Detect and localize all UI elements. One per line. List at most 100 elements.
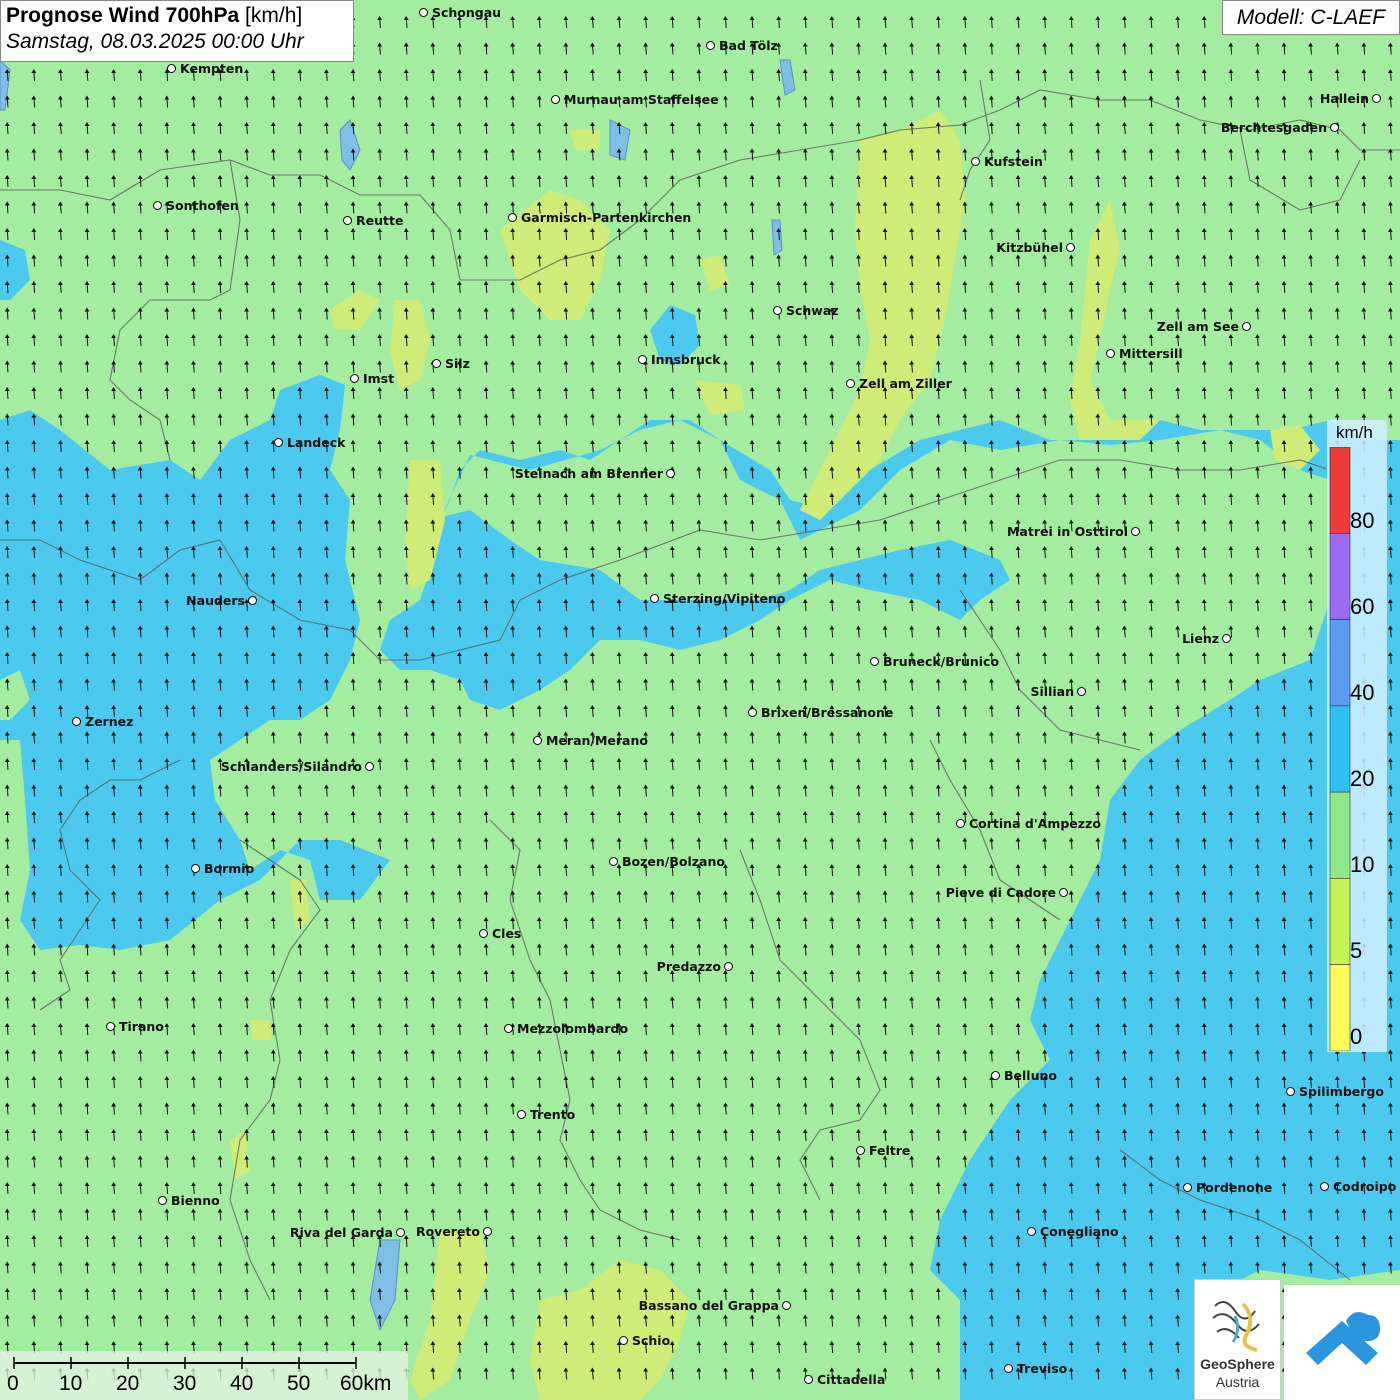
city-label: Berchtesgaden bbox=[1220, 120, 1327, 135]
city-marker bbox=[650, 594, 659, 603]
city-label: Rovereto bbox=[415, 1224, 480, 1239]
city-marker bbox=[432, 359, 441, 368]
city-marker bbox=[1066, 243, 1075, 252]
city-marker bbox=[1372, 94, 1381, 103]
app-logo[interactable] bbox=[1284, 1285, 1400, 1400]
city-label: Matrei in Osttirol bbox=[1006, 524, 1128, 539]
legend-label: 10 bbox=[1350, 852, 1375, 877]
city-label: Spilimbergo bbox=[1299, 1084, 1384, 1099]
city-marker bbox=[1320, 1182, 1329, 1191]
city-marker bbox=[106, 1022, 115, 1031]
scale-label: 60km bbox=[340, 1372, 392, 1395]
city-label: Pieve di Cadore bbox=[945, 885, 1056, 900]
legend-swatch bbox=[1329, 533, 1351, 620]
city-label: Trento bbox=[530, 1107, 576, 1122]
city-label: Murnau am Staffelsee bbox=[564, 92, 719, 107]
city-marker bbox=[350, 374, 359, 383]
legend-label: 0 bbox=[1350, 1024, 1363, 1049]
city-marker bbox=[504, 1024, 513, 1033]
city-label: Bassano del Grappa bbox=[638, 1298, 779, 1313]
legend-swatch bbox=[1329, 791, 1351, 879]
city-marker bbox=[1004, 1364, 1013, 1373]
legend-swatch bbox=[1329, 878, 1351, 965]
geosphere-logo[interactable]: GeoSphere Austria bbox=[1194, 1279, 1281, 1400]
city-label: Innsbruck bbox=[651, 352, 721, 367]
city-label: Sterzing/Vipiteno bbox=[663, 591, 786, 606]
city-label: Bormio bbox=[204, 861, 255, 876]
city-marker bbox=[638, 355, 647, 364]
city-marker bbox=[1077, 687, 1086, 696]
city-marker bbox=[870, 657, 879, 666]
city-label: Zell am See bbox=[1156, 319, 1239, 334]
city-marker bbox=[1027, 1227, 1036, 1236]
city-marker bbox=[609, 857, 618, 866]
city-marker bbox=[748, 708, 757, 717]
city-label: Feltre bbox=[869, 1143, 911, 1158]
city-label: Kitzbühel bbox=[996, 240, 1063, 255]
city-marker bbox=[419, 8, 428, 17]
title-unit: [km/h] bbox=[245, 4, 303, 27]
city-marker bbox=[1059, 888, 1068, 897]
city-marker bbox=[517, 1110, 526, 1119]
city-marker bbox=[1131, 527, 1140, 536]
city-marker bbox=[724, 962, 733, 971]
city-label: Kempten bbox=[180, 61, 244, 76]
city-label: Bad Tölz bbox=[719, 38, 778, 53]
forecast-datetime: Samstag, 08.03.2025 00:00 Uhr bbox=[6, 30, 304, 53]
city-marker bbox=[153, 201, 162, 210]
geosphere-logo-text: GeoSphere bbox=[1200, 1356, 1275, 1372]
city-marker bbox=[1106, 349, 1115, 358]
legend-label: 20 bbox=[1350, 766, 1375, 791]
legend-swatch bbox=[1329, 619, 1351, 707]
city-label: Garmisch-Partenkirchen bbox=[521, 210, 692, 225]
city-label: Bruneck/Brunico bbox=[883, 654, 1000, 669]
scale-label: 20 bbox=[116, 1372, 140, 1395]
city-label: Bienno bbox=[171, 1193, 220, 1208]
city-label: Treviso bbox=[1017, 1361, 1068, 1376]
city-marker bbox=[158, 1196, 167, 1205]
city-label: Mittersill bbox=[1119, 346, 1183, 361]
geosphere-logo-subtext: Austria bbox=[1215, 1374, 1260, 1390]
city-label: Lienz bbox=[1182, 631, 1219, 646]
city-label: Schwaz bbox=[786, 303, 839, 318]
legend-label: 60 bbox=[1350, 594, 1375, 619]
city-label: Pordenone bbox=[1196, 1180, 1273, 1195]
city-label: Silz bbox=[445, 356, 470, 371]
city-marker bbox=[274, 438, 283, 447]
title-panel: Prognose Wind 700hPa [km/h] Samstag, 08.… bbox=[0, 0, 354, 62]
city-marker bbox=[956, 819, 965, 828]
legend-swatch bbox=[1329, 964, 1351, 1051]
legend-label: 40 bbox=[1350, 680, 1375, 705]
city-marker bbox=[804, 1375, 813, 1384]
city-label: Bozen/Bolzano bbox=[622, 854, 725, 869]
city-label: Brixen/Bressanone bbox=[761, 705, 894, 720]
model-label: Modell: C-LAEF bbox=[1222, 0, 1400, 35]
city-marker bbox=[343, 216, 352, 225]
city-marker bbox=[72, 717, 81, 726]
city-label: Cittadella bbox=[817, 1372, 886, 1387]
page-title: Prognose Wind 700hPa [km/h] bbox=[6, 4, 348, 28]
city-marker bbox=[666, 469, 675, 478]
city-marker bbox=[508, 213, 517, 222]
city-label: Hallein bbox=[1319, 91, 1369, 106]
city-label: Meran/Merano bbox=[546, 733, 648, 748]
city-label: Steinach am Brenner bbox=[514, 466, 663, 481]
cloud-arrow-icon bbox=[1306, 1312, 1380, 1365]
city-label: Schlanders/Silandro bbox=[220, 759, 362, 774]
city-label: Zell am Ziller bbox=[859, 376, 952, 391]
city-marker bbox=[773, 306, 782, 315]
city-marker bbox=[1222, 634, 1231, 643]
city-label: Landeck bbox=[287, 435, 346, 450]
city-marker bbox=[248, 596, 257, 605]
city-marker bbox=[1183, 1183, 1192, 1192]
city-label: Riva del Garda bbox=[289, 1225, 393, 1240]
wind-forecast-map[interactable]: km/h 80 60 40 20 10 5 0 Prognose Wind 700hPa [… bbox=[0, 0, 1400, 1400]
city-marker bbox=[1242, 322, 1251, 331]
city-marker bbox=[856, 1146, 865, 1155]
legend-swatch bbox=[1329, 705, 1351, 793]
city-marker bbox=[846, 379, 855, 388]
scale-label: 30 bbox=[173, 1372, 197, 1395]
city-marker bbox=[782, 1301, 791, 1310]
geosphere-emblem-icon bbox=[1212, 1301, 1260, 1352]
legend-label: 80 bbox=[1350, 508, 1375, 533]
